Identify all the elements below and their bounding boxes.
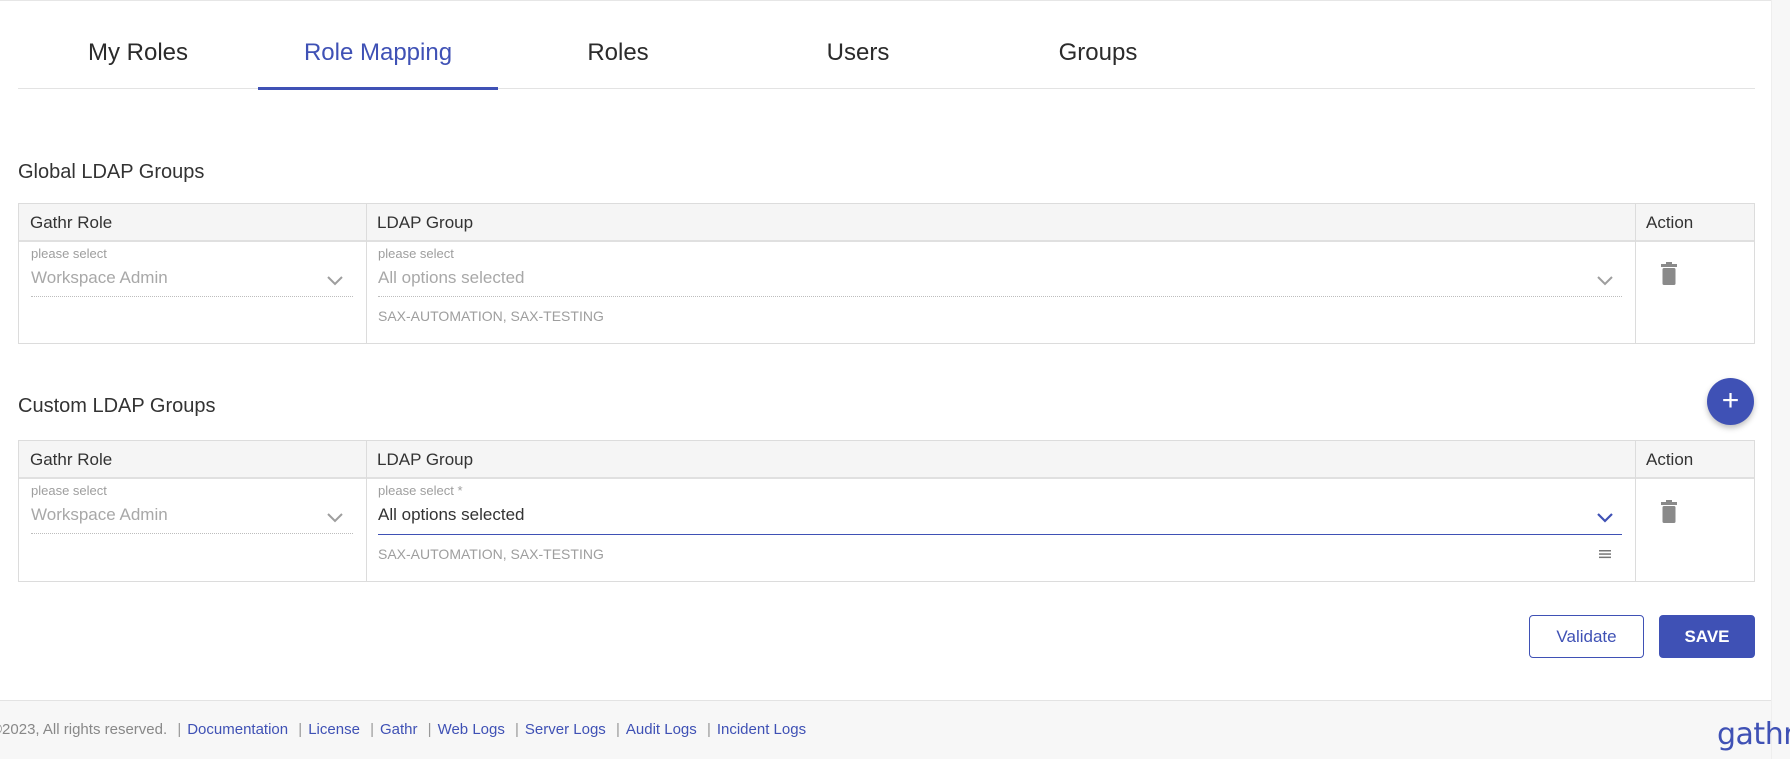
group-select-underline [378, 534, 1622, 535]
tab-groups[interactable]: Groups [978, 1, 1218, 89]
plus-icon: + [1721, 384, 1740, 417]
column-divider [1635, 204, 1636, 343]
footer-links: ©2023, All rights reserved. | Documentati… [0, 701, 806, 760]
column-header-ldap-group: LDAP Group [377, 213, 474, 232]
main-content: My Roles Role Mapping Roles Users Groups… [0, 0, 1771, 700]
copyright-text: ©2023, All rights reserved. [0, 721, 168, 738]
validate-button[interactable]: Validate [1529, 615, 1644, 658]
group-select-hint: SAX-AUTOMATION, SAX-TESTING [378, 308, 604, 324]
column-header-ldap-group: LDAP Group [377, 450, 474, 469]
role-select-value[interactable]: Workspace Admin [31, 268, 168, 288]
role-select-label: please select [31, 246, 107, 261]
role-select-underline [31, 296, 353, 297]
page: My Roles Role Mapping Roles Users Groups… [0, 0, 1790, 759]
save-button[interactable]: SAVE [1659, 615, 1755, 658]
scrollbar-gutter [1771, 0, 1790, 759]
custom-ldap-table: Gathr Role LDAP Group Action please sele… [18, 440, 1755, 582]
trash-icon[interactable] [1659, 500, 1679, 524]
footer-link-incident-logs[interactable]: Incident Logs [717, 721, 806, 738]
footer-link-web-logs[interactable]: Web Logs [438, 721, 505, 738]
tab-bar: My Roles Role Mapping Roles Users Groups [18, 1, 1755, 90]
gathr-logo: gathr [1717, 717, 1790, 752]
custom-section-title: Custom LDAP Groups [18, 395, 216, 417]
table-header: Gathr Role LDAP Group Action [19, 441, 1754, 479]
role-select-value[interactable]: Workspace Admin [31, 505, 168, 525]
group-select-hint: SAX-AUTOMATION, SAX-TESTING [378, 546, 604, 562]
chevron-down-icon[interactable] [1596, 275, 1614, 287]
group-select-underline [378, 296, 1622, 297]
footer-link-license[interactable]: License [308, 721, 360, 738]
column-header-action: Action [1646, 213, 1694, 232]
chevron-down-icon[interactable] [1596, 512, 1614, 524]
footer-link-server-logs[interactable]: Server Logs [525, 721, 606, 738]
footer-link-audit-logs[interactable]: Audit Logs [626, 721, 697, 738]
chevron-down-icon[interactable] [326, 512, 344, 524]
tab-users[interactable]: Users [738, 1, 978, 89]
drag-handle-icon[interactable] [1599, 549, 1611, 559]
column-header-gathr-role: Gathr Role [30, 450, 113, 469]
add-mapping-button[interactable]: + [1707, 378, 1754, 425]
global-ldap-table: Gathr Role LDAP Group Action please sele… [18, 203, 1755, 344]
chevron-down-icon[interactable] [326, 275, 344, 287]
role-select-label: please select [31, 483, 107, 498]
group-select-value[interactable]: All options selected [378, 268, 524, 288]
group-select-value[interactable]: All options selected [378, 505, 524, 525]
column-divider [366, 204, 367, 343]
tab-roles[interactable]: Roles [498, 1, 738, 89]
column-divider [1635, 441, 1636, 581]
footer: ©2023, All rights reserved. | Documentati… [0, 700, 1790, 760]
trash-icon[interactable] [1659, 262, 1679, 286]
tab-my-roles[interactable]: My Roles [18, 1, 258, 89]
column-header-action: Action [1646, 450, 1694, 469]
global-section-title: Global LDAP Groups [18, 161, 205, 183]
column-header-gathr-role: Gathr Role [30, 213, 113, 232]
role-select-underline [31, 533, 353, 534]
tab-role-mapping[interactable]: Role Mapping [258, 1, 498, 90]
column-divider [366, 441, 367, 581]
group-select-label: please select [378, 246, 454, 261]
footer-link-gathr[interactable]: Gathr [380, 721, 418, 738]
footer-link-documentation[interactable]: Documentation [187, 721, 288, 738]
group-select-label: please select * [378, 483, 463, 498]
table-header: Gathr Role LDAP Group Action [19, 204, 1754, 242]
